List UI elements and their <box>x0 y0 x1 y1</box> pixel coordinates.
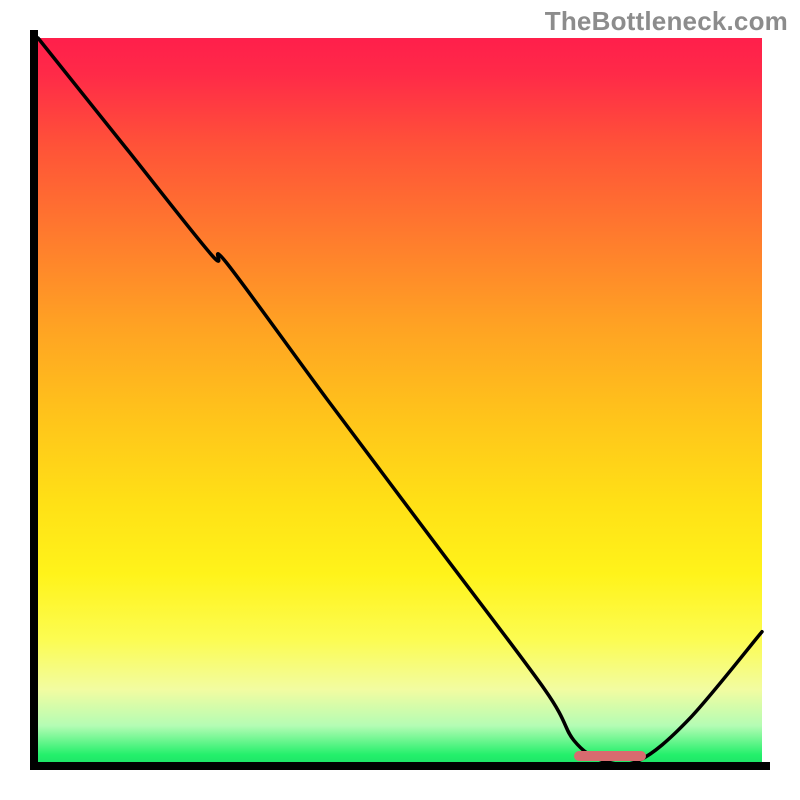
optimal-range-marker <box>574 751 646 761</box>
watermark-text: TheBottleneck.com <box>545 6 788 37</box>
y-axis-line <box>30 30 38 770</box>
x-axis-line <box>30 762 770 770</box>
chart-plot-area <box>38 38 762 762</box>
bottleneck-curve-svg <box>38 38 762 762</box>
bottleneck-curve-path <box>38 38 762 765</box>
